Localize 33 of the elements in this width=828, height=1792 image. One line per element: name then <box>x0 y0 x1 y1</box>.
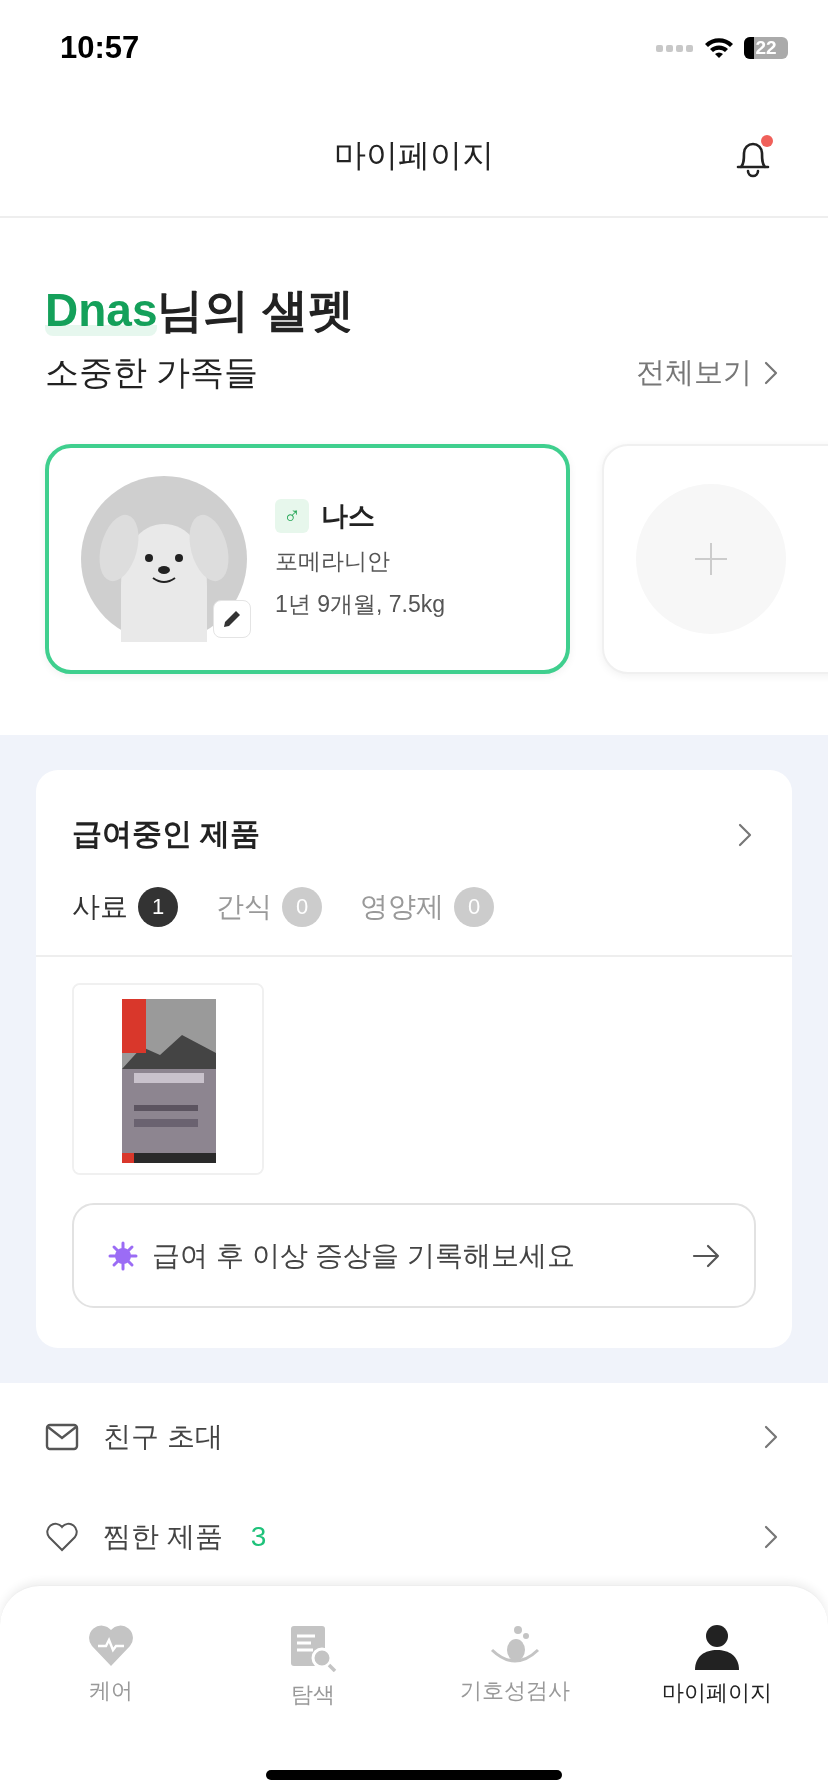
clock: 10:57 <box>60 29 140 66</box>
wifi-icon <box>704 36 734 59</box>
pet-card[interactable]: ♂ 나스 포메라니안 1년 9개월, 7.5kg <box>45 444 570 674</box>
dog-avatar-icon <box>81 476 247 642</box>
heart-pulse-icon <box>88 1624 134 1668</box>
section-title: 급여중인 제품 <box>72 816 261 852</box>
page-title: 마이페이지 <box>334 135 494 175</box>
category-tab[interactable]: 사료 1 <box>72 887 178 927</box>
chevron-icon <box>764 361 778 385</box>
virus-icon <box>108 1240 138 1271</box>
edit-button[interactable] <box>213 600 251 638</box>
pet-name: 나스 <box>321 500 375 533</box>
signal-icon <box>656 42 694 53</box>
chevron-icon <box>738 822 752 847</box>
chevron-icon <box>764 1525 778 1549</box>
chevron-icon <box>764 1425 778 1449</box>
pencil-icon <box>221 608 243 630</box>
person-icon <box>695 1624 739 1670</box>
count-badge: 1 <box>138 887 178 927</box>
view-all-link[interactable]: 전체보기 <box>636 353 778 393</box>
pet-breed: 포메라니안 <box>275 547 391 576</box>
symptom-record-button[interactable]: 급여 후 이상 증상을 기록해보세요 <box>72 1203 756 1308</box>
greeting-title: Dnas님의 샐펫 <box>45 283 356 338</box>
battery-icon: 22 <box>744 36 788 59</box>
mail-icon <box>45 1423 79 1451</box>
arrow-right-icon <box>692 1243 720 1268</box>
section-title: 소중한 가족들 <box>45 352 259 393</box>
male-badge: ♂ <box>275 499 309 533</box>
document-search-icon <box>289 1624 337 1672</box>
pet-details: 1년 9개월, 7.5kg <box>275 590 446 619</box>
nav-tab[interactable]: 마이페이지 <box>616 1624 818 1710</box>
heart-icon <box>45 1522 79 1552</box>
plus-icon <box>693 541 729 577</box>
